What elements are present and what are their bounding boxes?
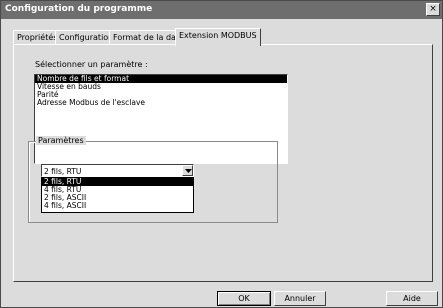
cancel-button[interactable]: Annuler [274,291,326,306]
combo-dropdown-list[interactable]: 2 fils, RTU 4 fils, RTU 2 fils, ASCII 4 … [41,177,194,213]
param-item-baud-rate[interactable]: Vitesse en bauds [35,83,287,91]
option-4-wires-ascii[interactable]: 4 fils, ASCII [42,202,193,210]
tab-extension-modbus[interactable]: Extension MODBUS [175,28,261,46]
chevron-down-icon [185,169,192,173]
close-icon: × [429,4,437,14]
parameters-group-legend: Paramètres [36,136,86,145]
ok-button[interactable]: OK [217,291,271,306]
combo-selected-value: 2 fils, RTU [44,167,82,176]
param-item-slave-address[interactable]: Adresse Modbus de l'esclave [35,99,287,107]
help-button[interactable]: Aide [386,291,438,306]
combo-dropdown-button[interactable] [182,165,193,176]
window-title: Configuration du programme [5,4,153,14]
tab-configuration[interactable]: Configuration [55,30,118,45]
wiring-format-combo[interactable]: 2 fils, RTU [41,164,194,177]
title-bar[interactable]: Configuration du programme × [1,1,442,19]
config-dialog: Configuration du programme × Propriétés … [0,0,443,308]
close-button[interactable]: × [426,3,440,16]
select-parameter-label: Sélectionner un paramètre : [35,60,148,69]
